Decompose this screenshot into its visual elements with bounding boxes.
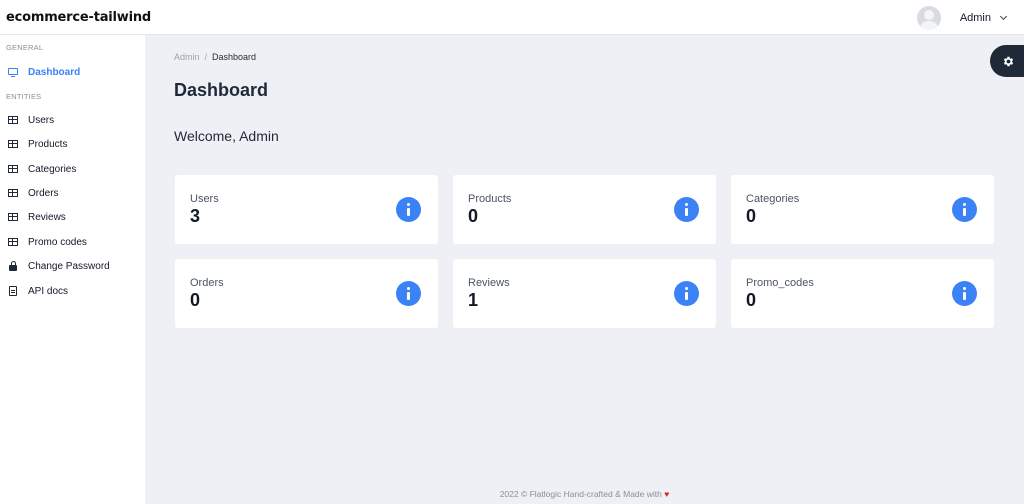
stat-card-promo-codes[interactable]: Promo_codes 0 bbox=[731, 259, 994, 328]
stat-value: 0 bbox=[746, 290, 757, 310]
sidebar-item-products[interactable]: Products bbox=[0, 134, 145, 154]
table-icon bbox=[8, 165, 18, 173]
top-bar: ecommerce-tailwind Admin bbox=[0, 0, 1024, 35]
stat-card-categories[interactable]: Categories 0 bbox=[731, 175, 994, 244]
table-icon bbox=[8, 189, 18, 197]
chevron-down-icon[interactable] bbox=[999, 12, 1008, 20]
stat-label: Users bbox=[190, 193, 219, 205]
stat-card-orders[interactable]: Orders 0 bbox=[175, 259, 438, 328]
breadcrumb: Admin / Dashboard bbox=[174, 52, 256, 62]
table-icon bbox=[8, 116, 18, 124]
info-icon bbox=[396, 197, 421, 222]
lock-icon bbox=[9, 260, 17, 271]
brand-logo[interactable]: ecommerce-tailwind bbox=[0, 10, 151, 25]
stat-value: 3 bbox=[190, 206, 201, 226]
sidebar-item-categories[interactable]: Categories bbox=[0, 159, 145, 179]
sidebar-item-promo-codes[interactable]: Promo codes bbox=[0, 232, 145, 252]
document-icon bbox=[9, 286, 17, 296]
main-content: Admin / Dashboard Dashboard Welcome, Admin… bbox=[145, 35, 1024, 504]
section-label-general: GENERAL bbox=[6, 43, 44, 52]
heart-icon: ♥ bbox=[664, 489, 670, 499]
page-title: Dashboard bbox=[174, 80, 269, 100]
stat-label: Orders bbox=[190, 277, 224, 289]
info-icon bbox=[952, 197, 977, 222]
user-menu[interactable]: Admin bbox=[916, 0, 1008, 35]
stat-label: Products bbox=[468, 193, 512, 205]
stat-label: Promo_codes bbox=[746, 277, 814, 289]
sidebar-item-api-docs[interactable]: API docs bbox=[0, 281, 145, 301]
info-icon bbox=[952, 281, 977, 306]
stat-card-reviews[interactable]: Reviews 1 bbox=[453, 259, 716, 328]
avatar[interactable] bbox=[916, 5, 941, 30]
breadcrumb-separator: / bbox=[204, 52, 208, 62]
footer-text: 2022 © Flatlogic Hand-crafted & Made wit… bbox=[499, 489, 662, 499]
sidebar-item-label: Orders bbox=[28, 187, 59, 199]
table-icon bbox=[8, 238, 18, 246]
sidebar-item-label: Dashboard bbox=[28, 66, 81, 78]
breadcrumb-current: Dashboard bbox=[212, 52, 257, 62]
stat-value: 0 bbox=[746, 206, 757, 226]
sidebar-item-users[interactable]: Users bbox=[0, 110, 145, 130]
sidebar-item-label: Users bbox=[28, 114, 55, 126]
info-icon bbox=[396, 281, 421, 306]
settings-toggle-button[interactable] bbox=[990, 45, 1024, 77]
stat-card-users[interactable]: Users 3 bbox=[175, 175, 438, 244]
sidebar-item-label: Reviews bbox=[28, 211, 66, 223]
sidebar: GENERAL Dashboard ENTITIES Users Product… bbox=[0, 35, 145, 504]
user-name[interactable]: Admin bbox=[960, 12, 991, 24]
table-icon bbox=[8, 140, 18, 148]
sidebar-item-reviews[interactable]: Reviews bbox=[0, 207, 145, 227]
stat-value: 0 bbox=[190, 290, 201, 310]
footer: 2022 © Flatlogic Hand-crafted & Made wit… bbox=[145, 489, 1024, 499]
gear-icon bbox=[1003, 56, 1013, 66]
stat-label: Categories bbox=[746, 193, 800, 205]
sidebar-item-dashboard[interactable]: Dashboard bbox=[0, 62, 145, 82]
stat-value: 1 bbox=[468, 290, 479, 310]
info-icon bbox=[674, 281, 699, 306]
monitor-icon bbox=[8, 67, 18, 77]
sidebar-item-label: Categories bbox=[28, 163, 77, 175]
section-label-entities: ENTITIES bbox=[6, 92, 42, 101]
sidebar-item-change-password[interactable]: Change Password bbox=[0, 256, 145, 276]
sidebar-item-label: Promo codes bbox=[28, 236, 87, 248]
sidebar-item-label: Products bbox=[28, 138, 68, 150]
info-icon bbox=[674, 197, 699, 222]
sidebar-item-label: Change Password bbox=[28, 260, 110, 272]
breadcrumb-root[interactable]: Admin bbox=[174, 52, 200, 62]
sidebar-item-orders[interactable]: Orders bbox=[0, 183, 145, 203]
stat-label: Reviews bbox=[468, 277, 510, 289]
welcome-message: Welcome, Admin bbox=[174, 128, 279, 144]
sidebar-item-label: API docs bbox=[28, 285, 69, 297]
stat-card-products[interactable]: Products 0 bbox=[453, 175, 716, 244]
table-icon bbox=[8, 213, 18, 221]
stat-value: 0 bbox=[468, 206, 479, 226]
